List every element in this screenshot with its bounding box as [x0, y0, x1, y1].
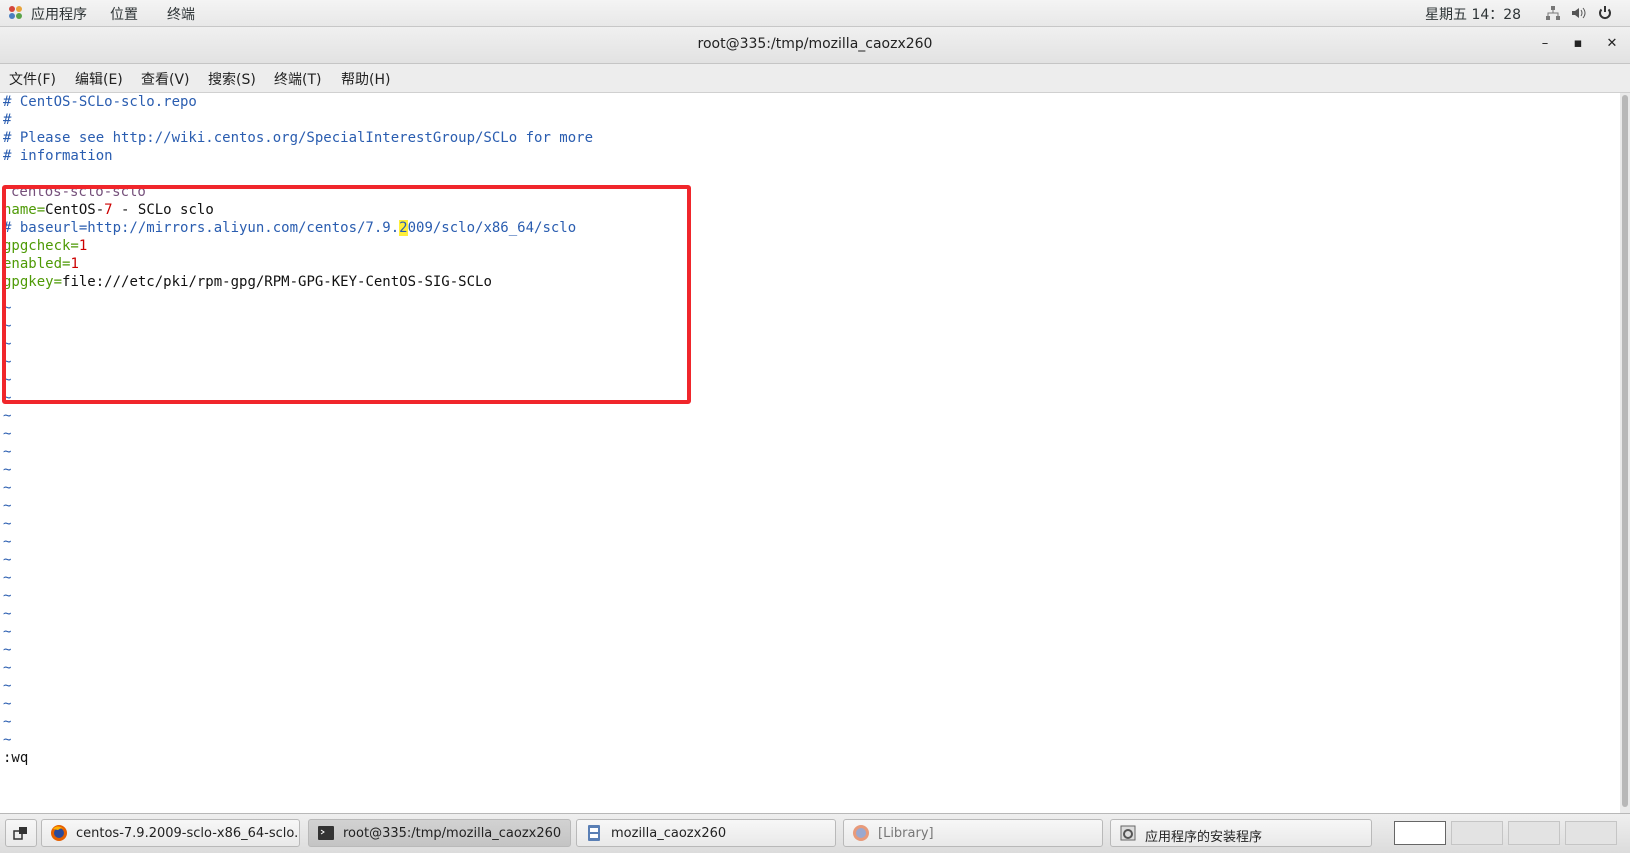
- tilde-marker: ~: [3, 480, 12, 496]
- taskbar-label: [Library]: [878, 826, 934, 841]
- clock[interactable]: 星期五 14：28: [1425, 4, 1521, 24]
- menu-edit[interactable]: 编辑(E): [75, 69, 123, 89]
- tilde-marker: ~: [3, 642, 12, 658]
- applications-menu[interactable]: 应用程序: [31, 4, 87, 24]
- places-menu[interactable]: 位置: [110, 4, 138, 24]
- taskbar-item-firefox[interactable]: centos-7.9.2009-sclo-x86_64-sclo...: [41, 819, 300, 847]
- tilde-marker: ~: [3, 588, 12, 604]
- vim-command-line[interactable]: :wq: [3, 749, 28, 767]
- tilde-marker: ~: [3, 624, 12, 640]
- tilde-marker: ~: [3, 678, 12, 694]
- taskbar-label: centos-7.9.2009-sclo-x86_64-sclo...: [76, 826, 300, 841]
- taskbar-label: 应用程序的安装程序: [1145, 830, 1263, 845]
- file-cabinet-icon: [585, 824, 603, 842]
- menu-help[interactable]: 帮助(H): [341, 69, 390, 89]
- tilde-marker: ~: [3, 426, 12, 442]
- terminal-icon: [317, 824, 335, 842]
- close-button[interactable]: ✕: [1603, 35, 1621, 53]
- menu-search[interactable]: 搜索(S): [208, 69, 256, 89]
- repo-comment-line: # information: [3, 148, 113, 164]
- highlight-annotation-box: [2, 185, 691, 404]
- menu-terminal[interactable]: 终端(T): [274, 69, 321, 89]
- network-icon[interactable]: [1545, 5, 1561, 25]
- top-panel: 应用程序 位置 终端 星期五 14：28: [0, 0, 1630, 27]
- show-desktop-button[interactable]: [5, 819, 37, 847]
- taskbar-item-installer[interactable]: 应用程序的安装程序: [1110, 819, 1372, 847]
- taskbar-label: root@335:/tmp/mozilla_caozx260: [343, 826, 562, 841]
- tilde-marker: ~: [3, 714, 12, 730]
- desktop-icon: [13, 827, 27, 840]
- taskbar-item-library[interactable]: [Library]: [843, 819, 1103, 847]
- workspace-2[interactable]: [1451, 821, 1503, 845]
- taskbar-item-files[interactable]: mozilla_caozx260: [576, 819, 836, 847]
- repo-comment-line: # CentOS-SCLo-sclo.repo: [3, 94, 197, 110]
- menu-view[interactable]: 查看(V): [141, 69, 190, 89]
- workspace-3[interactable]: [1508, 821, 1560, 845]
- firefox-icon: [50, 824, 68, 842]
- workspace-1[interactable]: [1394, 821, 1446, 845]
- window-title: root@335:/tmp/mozilla_caozx260: [697, 36, 933, 52]
- taskbar-item-terminal[interactable]: root@335:/tmp/mozilla_caozx260: [308, 819, 571, 847]
- tilde-marker: ~: [3, 732, 12, 748]
- power-icon[interactable]: [1597, 5, 1613, 25]
- menu-file[interactable]: 文件(F): [9, 69, 56, 89]
- firefox-icon: [852, 824, 870, 842]
- window-titlebar[interactable]: root@335:/tmp/mozilla_caozx260 – ▪ ✕: [0, 27, 1630, 64]
- taskbar-label: mozilla_caozx260: [611, 826, 727, 841]
- workspace-4[interactable]: [1565, 821, 1617, 845]
- taskbar: centos-7.9.2009-sclo-x86_64-sclo... root…: [0, 813, 1630, 853]
- tilde-marker: ~: [3, 516, 12, 532]
- tilde-marker: ~: [3, 444, 12, 460]
- repo-comment-line: #: [3, 112, 12, 128]
- maximize-button[interactable]: ▪: [1569, 35, 1587, 53]
- tilde-marker: ~: [3, 696, 12, 712]
- tilde-marker: ~: [3, 570, 12, 586]
- terminal-scrollbar[interactable]: [1620, 93, 1630, 813]
- menu-bar: 文件(F) 编辑(E) 查看(V) 搜索(S) 终端(T) 帮助(H): [0, 64, 1630, 93]
- tilde-marker: ~: [3, 552, 12, 568]
- tilde-marker: ~: [3, 462, 12, 478]
- terminal-app-menu[interactable]: 终端: [167, 4, 195, 24]
- tilde-marker: ~: [3, 408, 12, 424]
- repo-comment-line: # Please see http://wiki.centos.org/Spec…: [3, 130, 594, 146]
- volume-icon[interactable]: [1570, 5, 1586, 25]
- terminal-view[interactable]: # CentOS-SCLo-sclo.repo # # Please see h…: [0, 93, 1620, 813]
- tilde-marker: ~: [3, 606, 12, 622]
- minimize-button[interactable]: –: [1536, 35, 1554, 53]
- tilde-marker: ~: [3, 498, 12, 514]
- tilde-marker: ~: [3, 534, 12, 550]
- tilde-marker: ~: [3, 660, 12, 676]
- scrollbar-thumb[interactable]: [1622, 95, 1628, 807]
- installer-icon: [1119, 824, 1137, 842]
- applications-icon[interactable]: [9, 6, 22, 19]
